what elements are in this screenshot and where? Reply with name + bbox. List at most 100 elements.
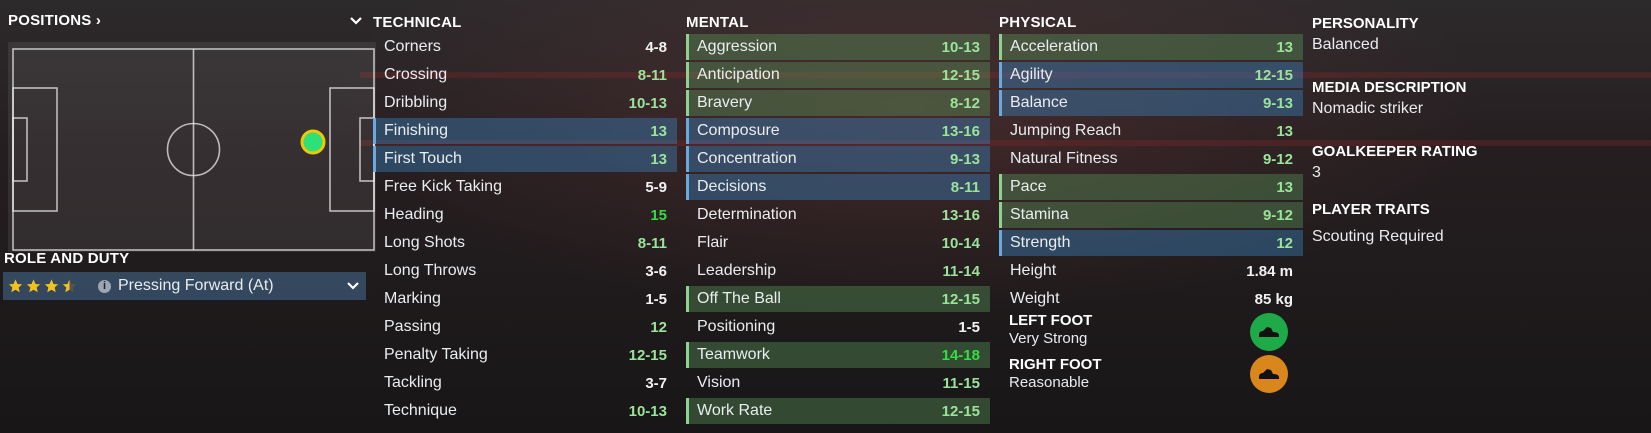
attribute-row[interactable]: Jumping Reach 13 [999,118,1303,144]
chevron-down-icon[interactable] [349,14,363,28]
attribute-row[interactable]: Decisions 8-11 [686,174,990,200]
attribute-row[interactable]: Passing 12 [373,314,677,340]
attribute-row[interactable]: Corners 4-8 [373,34,677,60]
half-star-icon [62,279,77,293]
attribute-value: 11-15 [942,374,980,392]
star-icon [8,279,23,293]
attribute-value: 10-13 [628,94,667,112]
attribute-name: Height [1010,262,1057,279]
attribute-value: 13-16 [941,122,980,140]
attribute-value: 1-5 [645,290,667,308]
attribute-name: Technique [384,402,457,419]
attribute-value: 12-15 [628,346,667,364]
attribute-row[interactable]: Long Throws 3-6 [373,258,677,284]
attribute-row[interactable]: Dribbling 10-13 [373,90,677,116]
attribute-row[interactable]: Tackling 3-7 [373,370,677,396]
attribute-row[interactable]: Free Kick Taking 5-9 [373,174,677,200]
role-dropdown[interactable]: i Pressing Forward (At) [3,272,366,300]
attribute-name: Flair [697,234,729,251]
attribute-name: Off The Ball [697,290,781,307]
attribute-row[interactable]: Anticipation 12-15 [686,62,990,88]
attribute-row[interactable]: Marking 1-5 [373,286,677,312]
attribute-row[interactable]: Technique 10-13 [373,398,677,424]
pitch-diagram [12,48,375,251]
attribute-row[interactable]: Natural Fitness 9-12 [999,146,1303,172]
attribute-row[interactable]: Positioning 1-5 [686,314,990,340]
attribute-value: 9-12 [1262,150,1293,168]
player-info-panel: PERSONALITY Balanced MEDIA DESCRIPTION N… [1312,14,1632,270]
attribute-name: Heading [384,206,444,223]
player-traits-value[interactable]: Scouting Required [1312,226,1632,248]
boot-icon [1250,313,1288,351]
attribute-name: Passing [384,318,441,335]
right-foot-label: RIGHT FOOT [1009,356,1102,373]
left-foot-label: LEFT FOOT [1009,312,1093,329]
attribute-name: Balance [1010,94,1068,111]
attribute-row[interactable]: Weight 85 kg [999,286,1303,312]
attribute-row[interactable]: Aggression 10-13 [686,34,990,60]
attribute-value: 10-14 [941,234,980,252]
attribute-row[interactable]: Leadership 11-14 [686,258,990,284]
attribute-name: Decisions [697,178,767,195]
attribute-row[interactable]: Off The Ball 12-15 [686,286,990,312]
attribute-value: 12 [650,318,667,336]
attribute-row[interactable]: Concentration 9-13 [686,146,990,172]
attribute-name: Leadership [697,262,777,279]
attribute-value: 85 kg [1254,290,1293,308]
attribute-value: 4-8 [645,38,667,56]
attribute-value: 13 [1276,178,1293,196]
right-foot-value: Reasonable [1009,374,1090,391]
attribute-row[interactable]: Finishing 13 [373,118,677,144]
goalkeeper-rating-value: 3 [1312,164,1321,181]
attribute-row[interactable]: Teamwork 14-18 [686,342,990,368]
attribute-name: Weight [1010,290,1060,307]
attribute-row[interactable]: Vision 11-15 [686,370,990,396]
attribute-name: Bravery [697,94,753,111]
attribute-name: Pace [1010,178,1047,195]
attribute-row[interactable]: Penalty Taking 12-15 [373,342,677,368]
attribute-name: Composure [697,122,780,139]
attribute-row[interactable]: Height 1.84 m [999,258,1303,284]
attribute-row[interactable]: Acceleration 13 [999,34,1303,60]
attribute-name: Teamwork [697,346,770,363]
attribute-row[interactable]: Agility 12-15 [999,62,1303,88]
attribute-row[interactable]: Work Rate 12-15 [686,398,990,424]
positions-title: POSITIONS › [8,12,102,29]
attribute-row[interactable]: Stamina 9-12 [999,202,1303,228]
attribute-row[interactable]: Balance 9-13 [999,90,1303,116]
attribute-row[interactable]: First Touch 13 [373,146,677,172]
attribute-value: 14-18 [941,346,980,364]
attribute-row[interactable]: Strength 12 [999,230,1303,256]
attribute-value: 12-15 [1254,66,1293,84]
physical-column: PHYSICAL Acceleration 13 Agility 12-15 Balan… [999,12,1303,314]
attribute-row[interactable]: Pace 13 [999,174,1303,200]
attribute-row[interactable]: Long Shots 8-11 [373,230,677,256]
attribute-row[interactable]: Crossing 8-11 [373,62,677,88]
attribute-value: 10-13 [941,38,980,56]
positions-header[interactable]: POSITIONS › [8,12,101,30]
attribute-name: Work Rate [697,402,773,419]
attribute-value: 3-6 [645,262,667,280]
attribute-value: 12 [1276,234,1293,252]
attribute-value: 12-15 [941,290,980,308]
attribute-row[interactable]: Bravery 8-12 [686,90,990,116]
role-name: Pressing Forward (At) [118,277,274,294]
attribute-name: Aggression [697,38,778,55]
attribute-value: 12-15 [941,66,980,84]
info-icon[interactable]: i [98,279,111,293]
attribute-value: 8-11 [950,178,980,196]
attribute-name: Concentration [697,150,797,167]
attribute-name: Finishing [384,122,449,139]
personality-label: PERSONALITY [1312,15,1419,32]
attribute-row[interactable]: Flair 10-14 [686,230,990,256]
attribute-row[interactable]: Heading 15 [373,202,677,228]
attribute-name: Stamina [1010,206,1069,223]
attribute-row[interactable]: Composure 13-16 [686,118,990,144]
personality-value: Balanced [1312,36,1379,53]
attribute-name: Dribbling [384,94,448,111]
attribute-row[interactable]: Determination 13-16 [686,202,990,228]
technical-title: TECHNICAL [373,14,462,31]
attribute-name: Agility [1010,66,1053,83]
attribute-name: Positioning [697,318,776,335]
attribute-name: Long Shots [384,234,465,251]
